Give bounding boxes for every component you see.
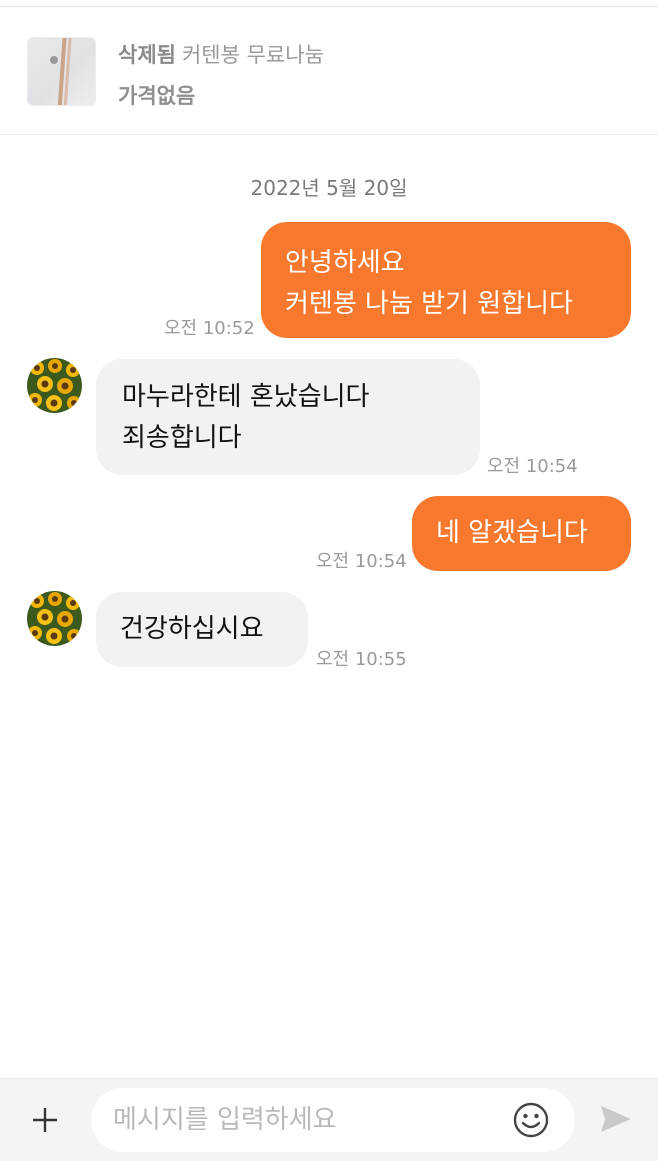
product-title-line: 삭제됨 커텐봉 무료나눔 [118, 39, 324, 69]
product-title: 커텐봉 무료나눔 [181, 43, 324, 67]
message-input[interactable] [91, 1088, 575, 1152]
sender-avatar[interactable] [27, 591, 82, 646]
date-divider: 2022년 5월 20일 [250, 176, 408, 200]
message-line: 마누라한테 혼났습니다 [122, 382, 370, 412]
add-attachment-button[interactable] [26, 1101, 64, 1139]
message-line: 네 알겠습니다 [436, 518, 588, 548]
sender-avatar[interactable] [27, 358, 82, 413]
sunflower-avatar-icon [27, 358, 82, 413]
their-message-bubble[interactable]: 마누라한테 혼났습니다 죄송합니다 [96, 359, 480, 475]
my-message-bubble[interactable]: 네 알겠습니다 [412, 496, 631, 571]
message-line: 커텐봉 나눔 받기 원합니다 [285, 289, 573, 319]
message-composer [0, 1078, 658, 1161]
smiley-icon [513, 1102, 549, 1138]
message-time: 오전 10:55 [316, 649, 407, 670]
thumbnail-knob [50, 56, 58, 64]
plus-icon [33, 1108, 57, 1132]
message-time: 오전 10:54 [487, 456, 578, 477]
product-thumbnail[interactable] [27, 37, 96, 106]
send-button[interactable] [598, 1101, 636, 1139]
message-time: 오전 10:52 [164, 318, 255, 339]
product-status-badge: 삭제됨 [118, 43, 176, 67]
sunflower-avatar-icon [27, 591, 82, 646]
product-header[interactable]: 삭제됨 커텐봉 무료나눔 가격없음 [0, 7, 658, 135]
send-icon [601, 1106, 631, 1132]
product-price: 가격없음 [118, 84, 196, 108]
emoji-button[interactable] [512, 1101, 550, 1139]
message-time: 오전 10:54 [316, 551, 407, 572]
message-line: 죄송합니다 [122, 423, 242, 453]
message-line: 안녕하세요 [285, 248, 405, 278]
my-message-bubble[interactable]: 안녕하세요 커텐봉 나눔 받기 원합니다 [261, 222, 631, 338]
their-message-bubble[interactable]: 건강하십시요 [96, 592, 308, 667]
message-line: 건강하십시요 [120, 614, 264, 644]
